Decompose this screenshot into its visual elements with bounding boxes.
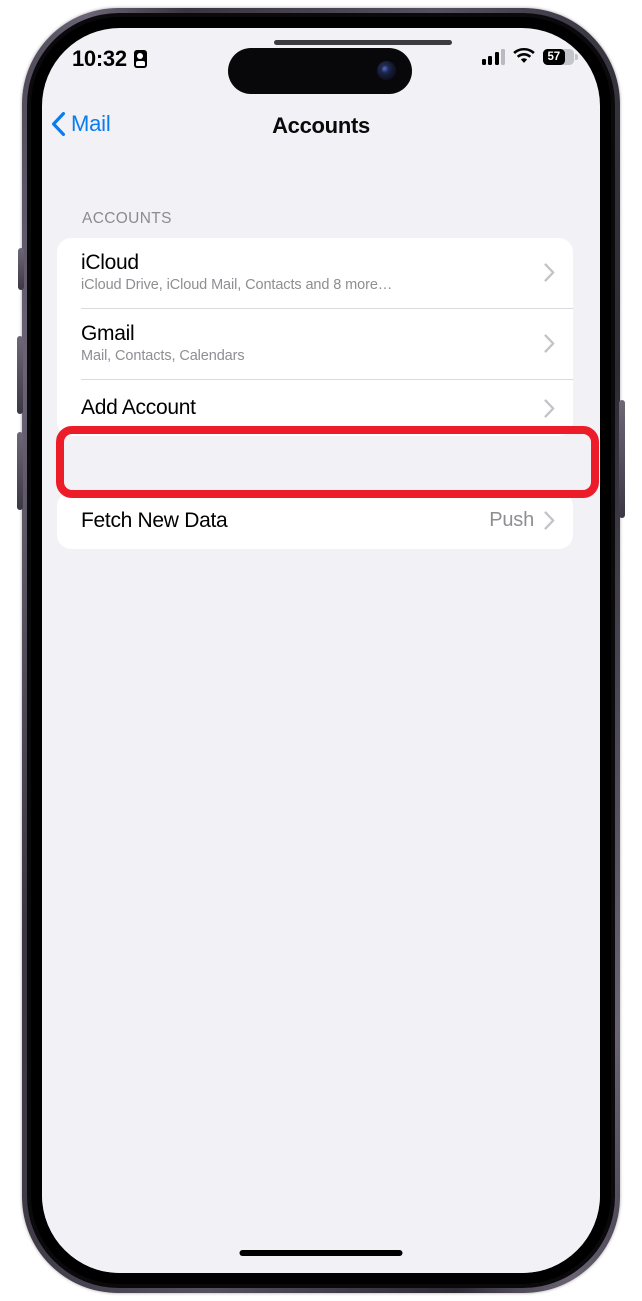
row-icloud-text: iCloud iCloud Drive, iCloud Mail, Contac… [81,251,544,294]
battery-icon: 57 [543,48,578,65]
chevron-right-icon [544,333,555,353]
home-indicator[interactable] [239,1250,403,1256]
row-fetch-new-data-text: Fetch New Data [81,509,489,533]
front-camera-icon [377,61,396,80]
chevron-right-icon [544,398,555,418]
status-bar-right: 57 [481,48,578,65]
ring-silent-switch[interactable] [18,248,24,290]
row-add-account[interactable]: Add Account [57,380,573,436]
row-icloud[interactable]: iCloud iCloud Drive, iCloud Mail, Contac… [57,238,573,308]
row-fetch-new-data-value: Push [489,509,534,531]
settings-content: ACCOUNTS iCloud iCloud Drive, iCloud Mai… [42,150,600,1273]
row-fetch-new-data-title: Fetch New Data [81,508,228,532]
row-gmail[interactable]: Gmail Mail, Contacts, Calendars [57,309,573,379]
row-fetch-new-data[interactable]: Fetch New Data Push [57,492,573,549]
volume-up-button[interactable] [17,336,23,414]
wifi-icon [513,48,535,65]
annotation-highlight-add-account [56,426,599,498]
section-header-accounts: ACCOUNTS [82,210,172,227]
battery-percent-label: 57 [547,50,561,63]
row-add-account-title: Add Account [81,396,196,420]
row-icloud-title: iCloud [81,250,139,274]
row-add-account-text: Add Account [81,396,544,420]
row-icloud-subtitle: iCloud Drive, iCloud Mail, Contacts and … [81,277,393,294]
phone-mockup: 10:32 57 Mail Accounts ACCOUNTS iCloud i… [0,0,642,1301]
dynamic-island[interactable] [228,48,412,94]
accounts-card: iCloud iCloud Drive, iCloud Mail, Contac… [57,238,573,436]
page-title: Accounts [272,113,370,138]
row-gmail-title: Gmail [81,321,135,345]
row-gmail-text: Gmail Mail, Contacts, Calendars [81,322,544,365]
chevron-right-icon [544,262,555,282]
status-time: 10:32 [72,46,127,71]
phone-screen: 10:32 57 Mail Accounts ACCOUNTS iCloud i… [42,28,600,1273]
fetch-new-data-card: Fetch New Data Push [57,492,573,549]
side-power-button[interactable] [619,400,625,518]
chevron-right-icon [544,511,555,530]
navigation-bar: Mail Accounts [42,100,600,150]
cellular-bars-icon [481,48,505,65]
row-gmail-subtitle: Mail, Contacts, Calendars [81,348,245,365]
volume-down-button[interactable] [17,432,23,510]
screen-record-icon [133,50,147,68]
status-bar-left: 10:32 [72,48,147,70]
